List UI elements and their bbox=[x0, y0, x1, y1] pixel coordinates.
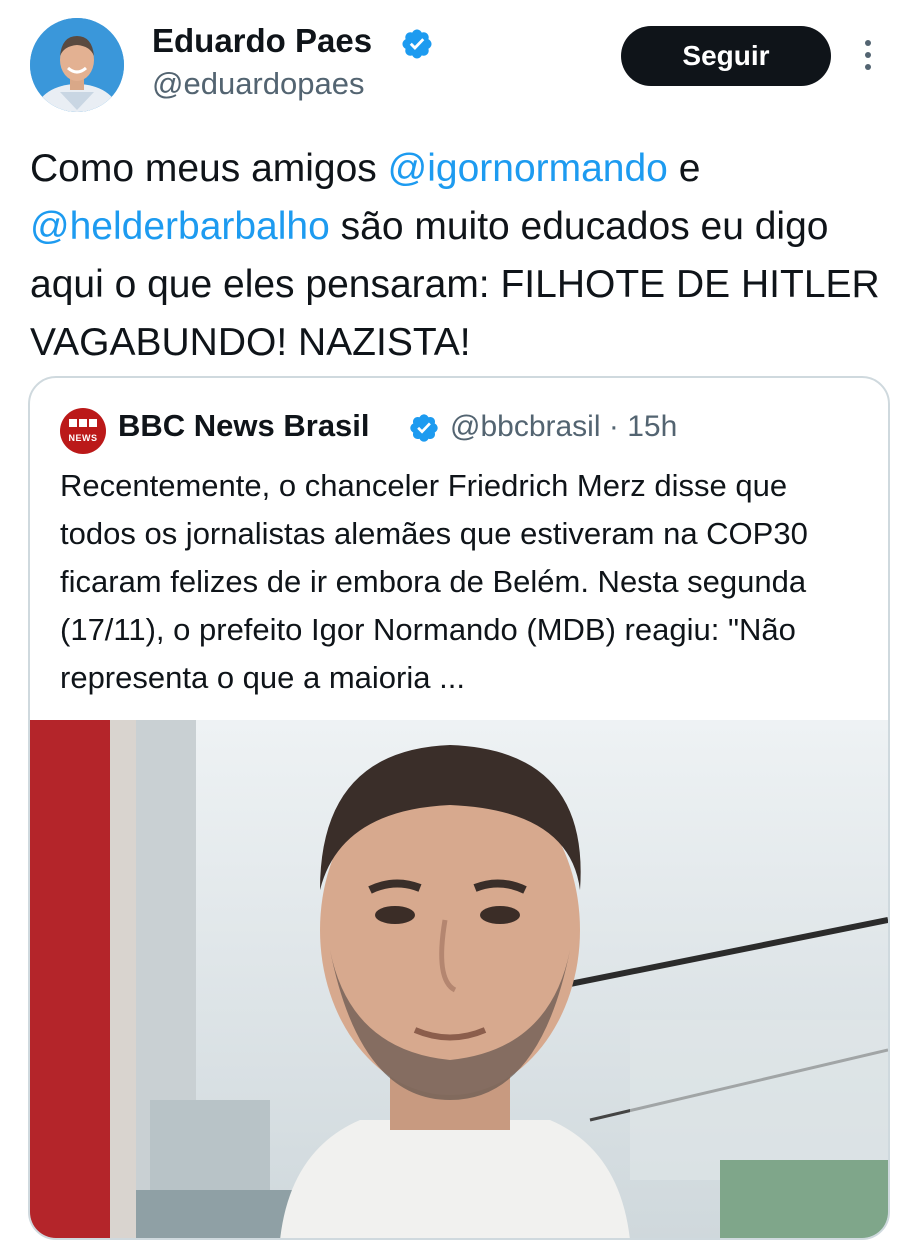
mention-link-igornormando[interactable]: @igornormando bbox=[388, 147, 668, 190]
video-frame-image bbox=[30, 720, 888, 1238]
quoted-meta: @bbcbrasil · 15h bbox=[450, 410, 677, 444]
bbc-logo-text: NEWS bbox=[68, 433, 98, 443]
bbc-logo-icon[interactable]: NEWS bbox=[60, 408, 106, 454]
follow-button[interactable]: Seguir bbox=[621, 26, 831, 86]
author-handle[interactable]: @eduardopaes bbox=[152, 66, 364, 102]
author-name[interactable]: Eduardo Paes bbox=[152, 22, 372, 60]
quoted-text: Recentemente, o chanceler Friedrich Merz… bbox=[60, 468, 808, 695]
mention-link-helderbarbalho[interactable]: @helderbarbalho bbox=[30, 205, 330, 248]
tweet-text: Como meus amigos @igornormando e @helder… bbox=[30, 140, 890, 372]
more-vertical-icon[interactable] bbox=[858, 40, 878, 76]
video-thumbnail[interactable] bbox=[30, 720, 888, 1238]
verified-badge-icon bbox=[410, 414, 438, 442]
tweet-text-part: e bbox=[667, 147, 701, 190]
tweet-text-part: Como meus amigos bbox=[30, 147, 388, 190]
quoted-author-handle[interactable]: @bbcbrasil bbox=[450, 410, 601, 443]
verified-badge-icon bbox=[402, 29, 432, 59]
tweet-header: Eduardo Paes @eduardopaes Seguir bbox=[0, 0, 915, 130]
quoted-author-name[interactable]: BBC News Brasil bbox=[118, 408, 370, 444]
avatar-photo bbox=[30, 18, 124, 112]
quoted-tweet-card[interactable]: NEWS BBC News Brasil @bbcbrasil · 15h Re… bbox=[28, 376, 890, 1240]
quoted-timestamp[interactable]: 15h bbox=[627, 410, 677, 443]
meta-separator: · bbox=[608, 410, 619, 443]
author-avatar[interactable] bbox=[30, 18, 124, 112]
